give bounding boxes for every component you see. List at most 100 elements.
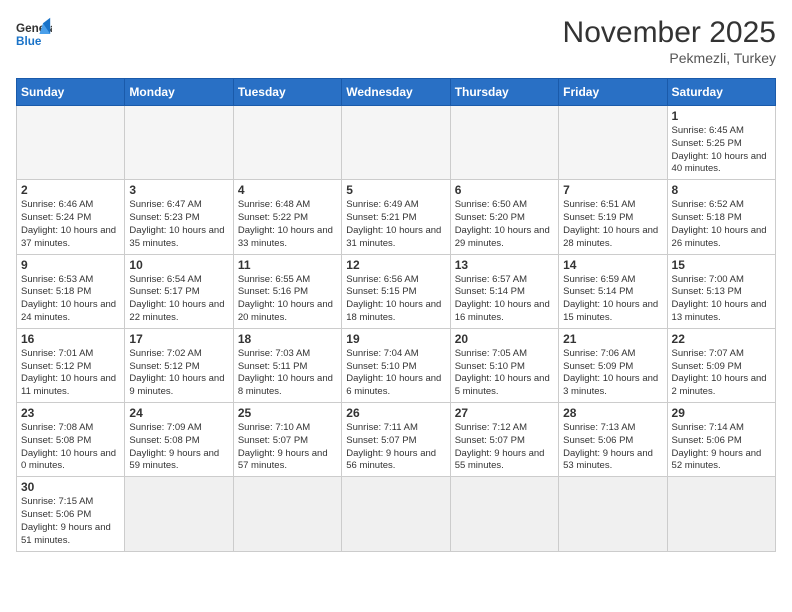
- day-number: 21: [563, 332, 662, 346]
- day-info: Sunrise: 6:54 AM Sunset: 5:17 PM Dayligh…: [129, 274, 228, 325]
- day-number: 28: [563, 406, 662, 420]
- day-number: 9: [21, 258, 120, 272]
- calendar-cell: 21 Sunrise: 7:06 AM Sunset: 5:09 PM Dayli…: [559, 328, 667, 402]
- day-of-week-header: Tuesday: [233, 79, 341, 106]
- day-info: Sunrise: 6:52 AM Sunset: 5:18 PM Dayligh…: [672, 199, 771, 250]
- calendar-cell: 17Sunrise: 7:02 AM Sunset: 5:12 PM Dayli…: [125, 328, 233, 402]
- day-info: Sunrise: 7:12 AM Sunset: 5:07 PM Dayligh…: [455, 422, 554, 473]
- title-block: November 2025 Pekmezli, Turkey: [563, 16, 776, 66]
- day-info: Sunrise: 7:03 AM Sunset: 5:11 PM Dayligh…: [238, 348, 337, 399]
- day-info: Sunrise: 7:08 AM Sunset: 5:08 PM Dayligh…: [21, 422, 120, 473]
- day-info: Sunrise: 7:11 AM Sunset: 5:07 PM Dayligh…: [346, 422, 445, 473]
- day-number: 12: [346, 258, 445, 272]
- calendar-cell: 24Sunrise: 7:09 AM Sunset: 5:08 PM Dayli…: [125, 403, 233, 477]
- day-number: 18: [238, 332, 337, 346]
- day-number: 30: [21, 480, 120, 494]
- day-of-week-header: Thursday: [450, 79, 558, 106]
- day-number: 14: [563, 258, 662, 272]
- day-info: Sunrise: 6:53 AM Sunset: 5:18 PM Dayligh…: [21, 274, 120, 325]
- calendar-cell: 19 Sunrise: 7:04 AM Sunset: 5:10 PM Dayli…: [342, 328, 450, 402]
- calendar-cell: 29 Sunrise: 7:14 AM Sunset: 5:06 PM Dayli…: [667, 403, 775, 477]
- calendar-cell: 9 Sunrise: 6:53 AM Sunset: 5:18 PM Daylig…: [17, 254, 125, 328]
- calendar-week-row: 9 Sunrise: 6:53 AM Sunset: 5:18 PM Daylig…: [17, 254, 776, 328]
- calendar-cell: 28 Sunrise: 7:13 AM Sunset: 5:06 PM Dayli…: [559, 403, 667, 477]
- calendar-cell: [450, 477, 558, 551]
- day-number: 13: [455, 258, 554, 272]
- calendar-week-row: 30 Sunrise: 7:15 AM Sunset: 5:06 PM Dayli…: [17, 477, 776, 551]
- day-info: Sunrise: 7:15 AM Sunset: 5:06 PM Dayligh…: [21, 496, 120, 547]
- day-number: 7: [563, 183, 662, 197]
- day-number: 22: [672, 332, 771, 346]
- day-info: Sunrise: 7:00 AM Sunset: 5:13 PM Dayligh…: [672, 274, 771, 325]
- month-title: November 2025: [563, 16, 776, 50]
- day-info: Sunrise: 6:50 AM Sunset: 5:20 PM Dayligh…: [455, 199, 554, 250]
- day-info: Sunrise: 6:57 AM Sunset: 5:14 PM Dayligh…: [455, 274, 554, 325]
- calendar-cell: 1Sunrise: 6:45 AM Sunset: 5:25 PM Daylig…: [667, 106, 775, 180]
- day-number: 19: [346, 332, 445, 346]
- day-info: Sunrise: 6:47 AM Sunset: 5:23 PM Dayligh…: [129, 199, 228, 250]
- day-info: Sunrise: 7:07 AM Sunset: 5:09 PM Dayligh…: [672, 348, 771, 399]
- calendar-header-row: SundayMondayTuesdayWednesdayThursdayFrid…: [17, 79, 776, 106]
- day-number: 4: [238, 183, 337, 197]
- calendar-cell: [342, 477, 450, 551]
- day-number: 27: [455, 406, 554, 420]
- day-number: 5: [346, 183, 445, 197]
- svg-text:Blue: Blue: [16, 35, 42, 48]
- day-info: Sunrise: 7:06 AM Sunset: 5:09 PM Dayligh…: [563, 348, 662, 399]
- day-number: 2: [21, 183, 120, 197]
- calendar-cell: [125, 477, 233, 551]
- calendar-cell: 2 Sunrise: 6:46 AM Sunset: 5:24 PM Daylig…: [17, 180, 125, 254]
- day-number: 24: [129, 406, 228, 420]
- logo: General Blue: [16, 16, 52, 52]
- day-info: Sunrise: 6:46 AM Sunset: 5:24 PM Dayligh…: [21, 199, 120, 250]
- day-info: Sunrise: 6:56 AM Sunset: 5:15 PM Dayligh…: [346, 274, 445, 325]
- calendar-week-row: 23 Sunrise: 7:08 AM Sunset: 5:08 PM Dayli…: [17, 403, 776, 477]
- day-number: 23: [21, 406, 120, 420]
- calendar-cell: [125, 106, 233, 180]
- calendar-cell: [342, 106, 450, 180]
- day-number: 3: [129, 183, 228, 197]
- calendar-cell: 30 Sunrise: 7:15 AM Sunset: 5:06 PM Dayli…: [17, 477, 125, 551]
- calendar-cell: 11 Sunrise: 6:55 AM Sunset: 5:16 PM Dayli…: [233, 254, 341, 328]
- day-of-week-header: Saturday: [667, 79, 775, 106]
- day-number: 26: [346, 406, 445, 420]
- calendar-cell: [559, 106, 667, 180]
- day-number: 16: [21, 332, 120, 346]
- calendar-cell: 26 Sunrise: 7:11 AM Sunset: 5:07 PM Dayli…: [342, 403, 450, 477]
- calendar-cell: 8 Sunrise: 6:52 AM Sunset: 5:18 PM Daylig…: [667, 180, 775, 254]
- logo-icon: General Blue: [16, 16, 52, 52]
- calendar-cell: 6Sunrise: 6:50 AM Sunset: 5:20 PM Daylig…: [450, 180, 558, 254]
- calendar-week-row: 16 Sunrise: 7:01 AM Sunset: 5:12 PM Dayli…: [17, 328, 776, 402]
- calendar-week-row: 1Sunrise: 6:45 AM Sunset: 5:25 PM Daylig…: [17, 106, 776, 180]
- day-info: Sunrise: 6:59 AM Sunset: 5:14 PM Dayligh…: [563, 274, 662, 325]
- calendar-cell: [559, 477, 667, 551]
- location: Pekmezli, Turkey: [563, 50, 776, 66]
- calendar-cell: 22 Sunrise: 7:07 AM Sunset: 5:09 PM Dayli…: [667, 328, 775, 402]
- calendar-cell: 15 Sunrise: 7:00 AM Sunset: 5:13 PM Dayli…: [667, 254, 775, 328]
- calendar-cell: 27 Sunrise: 7:12 AM Sunset: 5:07 PM Dayli…: [450, 403, 558, 477]
- day-number: 15: [672, 258, 771, 272]
- day-number: 8: [672, 183, 771, 197]
- calendar-cell: 25Sunrise: 7:10 AM Sunset: 5:07 PM Dayli…: [233, 403, 341, 477]
- calendar-cell: 20Sunrise: 7:05 AM Sunset: 5:10 PM Dayli…: [450, 328, 558, 402]
- calendar-cell: 12 Sunrise: 6:56 AM Sunset: 5:15 PM Dayli…: [342, 254, 450, 328]
- calendar-cell: 10 Sunrise: 6:54 AM Sunset: 5:17 PM Dayli…: [125, 254, 233, 328]
- day-number: 29: [672, 406, 771, 420]
- day-info: Sunrise: 7:10 AM Sunset: 5:07 PM Dayligh…: [238, 422, 337, 473]
- calendar-cell: 7Sunrise: 6:51 AM Sunset: 5:19 PM Daylig…: [559, 180, 667, 254]
- calendar-cell: 16 Sunrise: 7:01 AM Sunset: 5:12 PM Dayli…: [17, 328, 125, 402]
- day-of-week-header: Friday: [559, 79, 667, 106]
- day-number: 11: [238, 258, 337, 272]
- day-info: Sunrise: 6:45 AM Sunset: 5:25 PM Dayligh…: [672, 125, 771, 176]
- day-info: Sunrise: 7:04 AM Sunset: 5:10 PM Dayligh…: [346, 348, 445, 399]
- day-number: 10: [129, 258, 228, 272]
- day-info: Sunrise: 7:14 AM Sunset: 5:06 PM Dayligh…: [672, 422, 771, 473]
- day-info: Sunrise: 7:13 AM Sunset: 5:06 PM Dayligh…: [563, 422, 662, 473]
- day-info: Sunrise: 7:02 AM Sunset: 5:12 PM Dayligh…: [129, 348, 228, 399]
- day-info: Sunrise: 7:01 AM Sunset: 5:12 PM Dayligh…: [21, 348, 120, 399]
- calendar-cell: [233, 477, 341, 551]
- calendar-cell: 13 Sunrise: 6:57 AM Sunset: 5:14 PM Dayli…: [450, 254, 558, 328]
- calendar-cell: 14 Sunrise: 6:59 AM Sunset: 5:14 PM Dayli…: [559, 254, 667, 328]
- calendar-cell: [233, 106, 341, 180]
- day-info: Sunrise: 6:55 AM Sunset: 5:16 PM Dayligh…: [238, 274, 337, 325]
